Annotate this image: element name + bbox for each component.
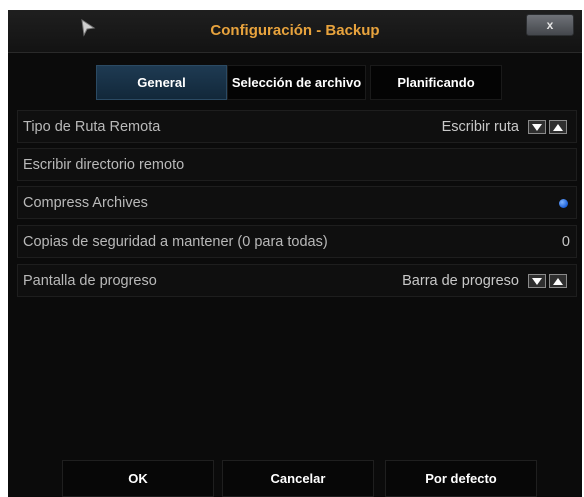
tab-scheduling[interactable]: Planificando xyxy=(370,65,502,100)
triangle-up-icon xyxy=(553,123,563,131)
setting-label: Escribir directorio remoto xyxy=(23,157,185,173)
triangle-down-icon xyxy=(532,277,542,285)
settings-dialog: Configuración - Backup x General Selecci… xyxy=(8,10,582,497)
setting-label: Copias de seguridad a mantener (0 para t… xyxy=(23,234,328,250)
setting-label: Tipo de Ruta Remota xyxy=(23,119,161,135)
spinner-up-button[interactable] xyxy=(549,274,567,288)
close-button[interactable]: x xyxy=(526,14,574,36)
dialog-title: Configuración - Backup xyxy=(210,22,380,39)
setting-remote-path-type[interactable]: Tipo de Ruta Remota Escribir ruta xyxy=(17,110,577,143)
setting-value: Escribir ruta xyxy=(441,119,519,135)
setting-value: 0 xyxy=(561,234,570,250)
title-bar: Configuración - Backup x xyxy=(8,10,582,53)
setting-progress-display[interactable]: Pantalla de progreso Barra de progreso xyxy=(17,264,577,297)
radio-checked-icon[interactable] xyxy=(559,199,568,208)
spinner-down-button[interactable] xyxy=(528,120,546,134)
setting-backups-to-keep[interactable]: Copias de seguridad a mantener (0 para t… xyxy=(17,225,577,258)
default-button[interactable]: Por defecto xyxy=(385,460,537,497)
setting-value: Barra de progreso xyxy=(402,273,519,289)
tab-general[interactable]: General xyxy=(96,65,227,100)
ok-button[interactable]: OK xyxy=(62,460,214,497)
spinner-up-button[interactable] xyxy=(549,120,567,134)
value-spinner xyxy=(528,274,568,290)
triangle-down-icon xyxy=(532,123,542,131)
setting-label: Pantalla de progreso xyxy=(23,273,157,289)
triangle-up-icon xyxy=(553,277,563,285)
setting-remote-directory[interactable]: Escribir directorio remoto xyxy=(17,148,577,181)
tab-file-selection[interactable]: Selección de archivo xyxy=(227,65,366,100)
spinner-down-button[interactable] xyxy=(528,274,546,288)
value-spinner xyxy=(528,120,568,136)
setting-label: Compress Archives xyxy=(23,195,148,211)
setting-compress-archives[interactable]: Compress Archives xyxy=(17,186,577,219)
cancel-button[interactable]: Cancelar xyxy=(222,460,374,497)
